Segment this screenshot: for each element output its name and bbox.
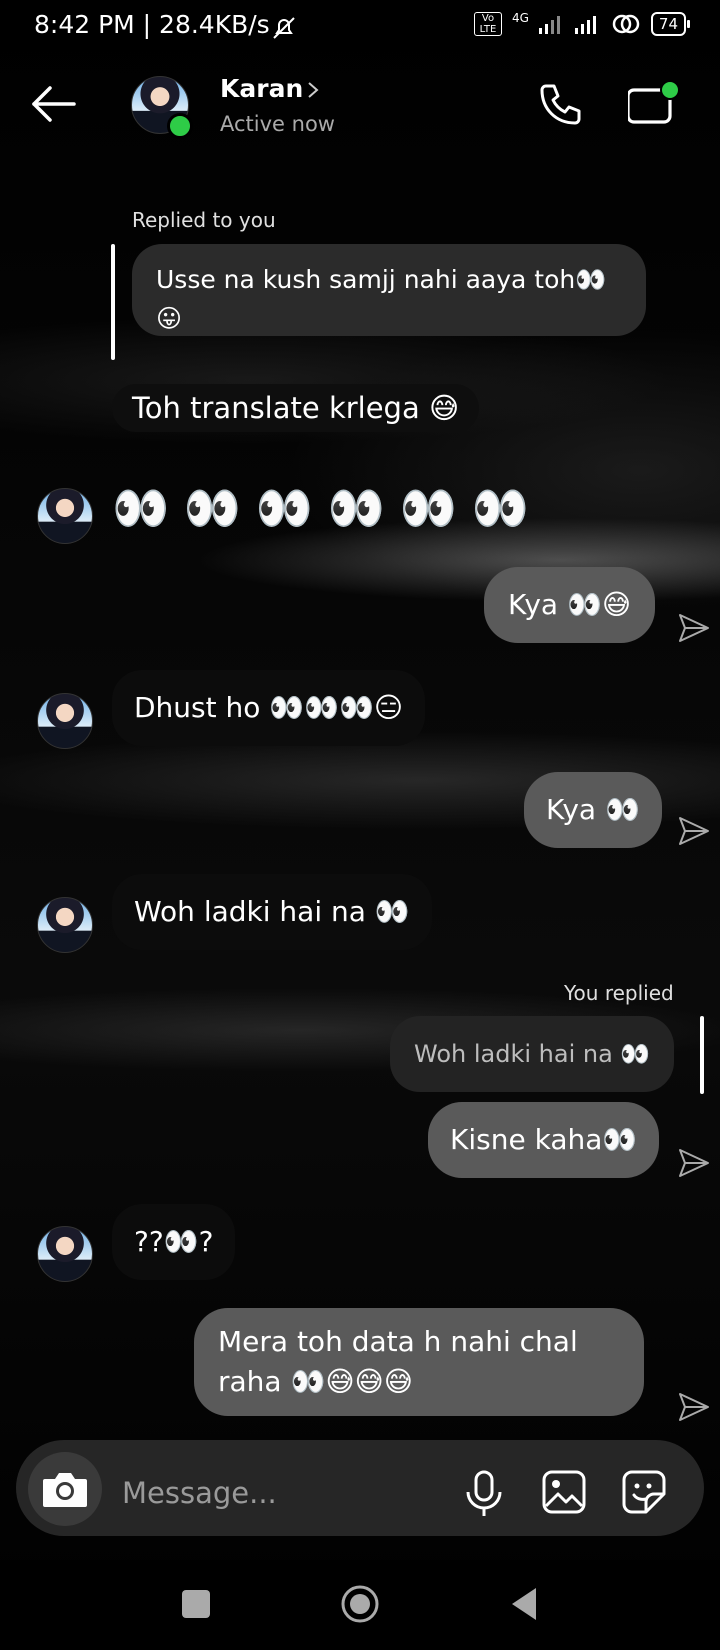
phone-icon[interactable] [536, 82, 584, 128]
chevron-right-icon[interactable] [306, 80, 320, 100]
message-bubble-incoming[interactable]: Dhust ho 👀👀👀😑 [112, 670, 426, 746]
signal-icon [538, 16, 560, 34]
recents-button[interactable] [182, 1590, 210, 1618]
message-bubble-outgoing[interactable]: Kya 👀😅 [484, 567, 656, 643]
home-button[interactable] [340, 1584, 380, 1624]
gallery-icon[interactable] [540, 1468, 588, 1516]
sender-avatar[interactable] [37, 1226, 93, 1282]
camera-icon [43, 1473, 87, 1507]
status-time: 8:42 PM | 28.4KB/s [34, 10, 270, 39]
sent-icon [679, 817, 709, 845]
message-bubble-incoming[interactable]: Toh translate krlega 😅 [112, 384, 480, 432]
sent-icon [679, 1393, 709, 1421]
contact-name[interactable]: Karan [220, 74, 303, 103]
reply-bar [111, 244, 115, 360]
battery-icon: 74 [650, 12, 691, 36]
sender-avatar[interactable] [37, 897, 93, 953]
message-bubble-incoming[interactable]: ??👀? [112, 1204, 236, 1280]
back-arrow-icon[interactable] [30, 84, 78, 124]
quoted-message[interactable]: Usse na kush samjj nahi aaya toh👀 😛 [132, 244, 646, 336]
sticker-icon[interactable] [620, 1468, 668, 1516]
reply-label: Replied to you [132, 208, 276, 232]
microphone-icon[interactable] [464, 1470, 504, 1518]
message-input[interactable] [120, 1470, 424, 1516]
bell-muted-icon [273, 17, 295, 39]
sent-icon [679, 1149, 709, 1177]
online-status-dot [167, 113, 193, 139]
reply-bar [700, 1016, 704, 1094]
message-emoji[interactable]: 👀 👀 👀 👀 👀 👀 [112, 480, 529, 536]
sender-avatar[interactable] [37, 693, 93, 749]
network-type-label: 4G [511, 11, 529, 25]
status-indicators: Vo LTE 4G 74 [473, 11, 691, 36]
camera-button[interactable] [28, 1452, 102, 1526]
hotspot-icon [612, 14, 640, 34]
message-bubble-outgoing[interactable]: Kya 👀 [524, 772, 662, 848]
message-bubble-incoming[interactable]: Woh ladki hai na 👀 [112, 874, 432, 950]
sender-avatar[interactable] [37, 488, 93, 544]
message-bubble-outgoing[interactable]: Mera toh data h nahi chal raha 👀😅😅😅 [194, 1308, 644, 1416]
video-call-icon[interactable] [628, 80, 684, 130]
message-bubble-outgoing[interactable]: Kisne kaha👀 [428, 1102, 660, 1178]
sent-icon [679, 614, 709, 642]
reply-label: You replied [564, 981, 674, 1005]
back-button[interactable] [508, 1586, 540, 1622]
signal-icon-2 [574, 16, 596, 34]
quoted-message[interactable]: Woh ladki hai na 👀 [390, 1016, 675, 1092]
active-status: Active now [220, 112, 335, 136]
volte-icon: Vo LTE [473, 12, 502, 36]
